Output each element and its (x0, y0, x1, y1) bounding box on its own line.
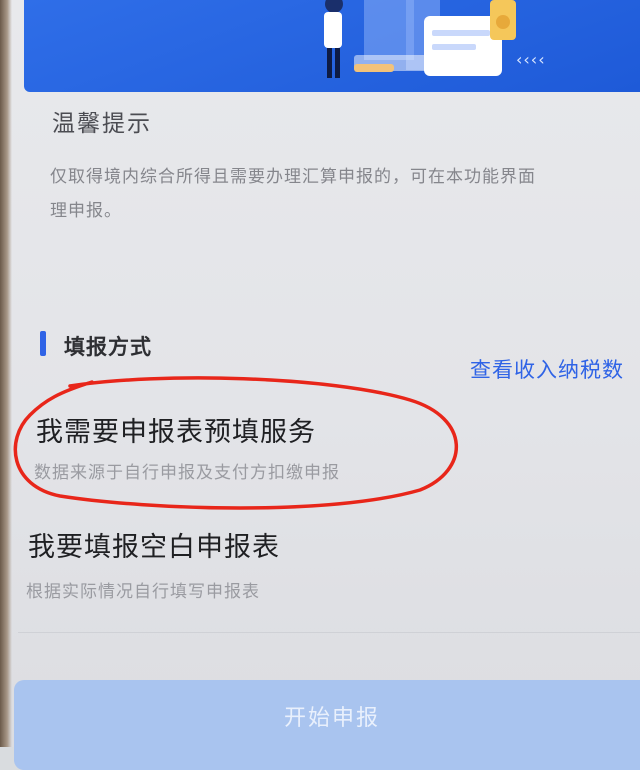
option-title: 我需要申报表预填服务 (36, 417, 316, 448)
tax-filing-screen: ‹‹‹‹ 温馨提示 仅取得境内综合所得且需要办理汇算申报的，可在本功能界面 理申… (0, 0, 640, 770)
option-title: 我要填报空白申报表 (28, 532, 280, 563)
option-desc: 数据来源于自行申报及支付方扣缴申报 (34, 463, 340, 483)
option-prefill-service[interactable]: 我需要申报表预填服务 数据来源于自行申报及支付方扣缴申报 (0, 410, 640, 500)
tax-illustration-icon (324, 0, 516, 78)
view-income-tax-link[interactable]: 查看收入纳税数 (470, 354, 624, 384)
device-edge (0, 0, 12, 747)
start-filing-button[interactable]: 开始申报 (14, 680, 640, 770)
chevrons-icon: ‹‹‹‹ (516, 50, 546, 69)
header-banner: ‹‹‹‹ (24, 0, 640, 92)
option-desc: 根据实际情况自行填写申报表 (26, 582, 260, 602)
section-accent-bar (40, 331, 46, 356)
tips-text: 仅取得境内综合所得且需要办理汇算申报的，可在本功能界面 理申报。 (50, 167, 536, 221)
option-blank-form[interactable]: 我要填报空白申报表 根据实际情况自行填写申报表 (0, 525, 640, 615)
divider (18, 632, 640, 633)
tips-title: 温馨提示 (52, 111, 152, 137)
section-title: 填报方式 (64, 335, 152, 359)
start-filing-label: 开始申报 (284, 706, 381, 731)
